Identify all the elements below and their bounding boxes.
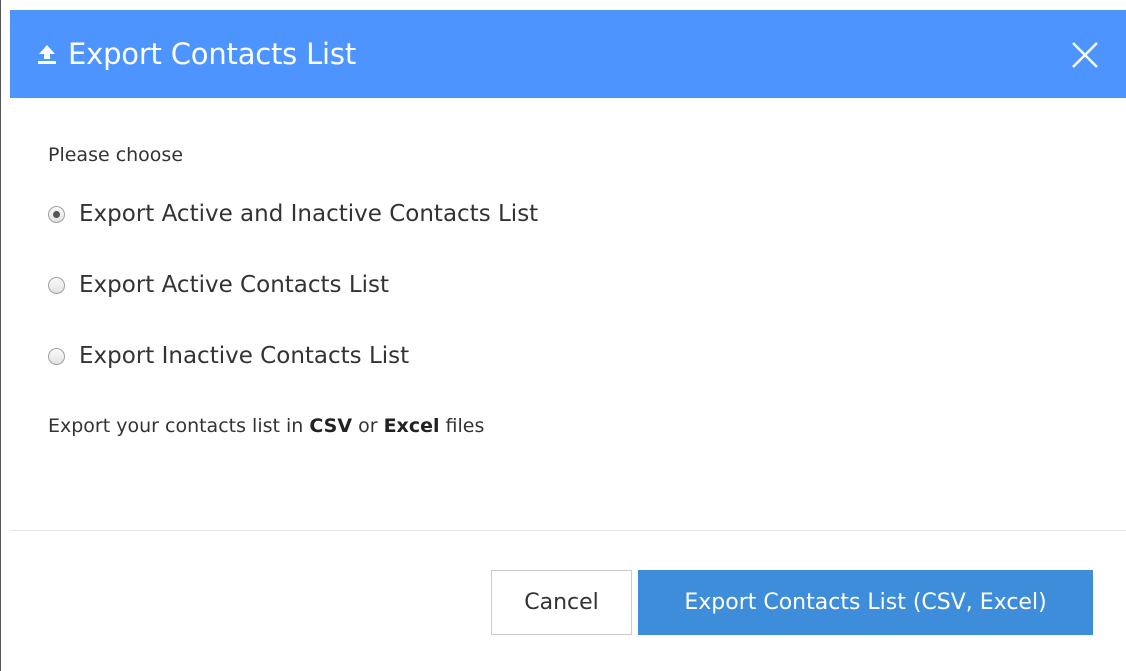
dialog-title: Export Contacts List xyxy=(68,37,356,71)
option-label[interactable]: Export Active Contacts List xyxy=(79,272,389,298)
choose-prompt: Please choose xyxy=(48,144,184,166)
dialog-title-wrap: Export Contacts List xyxy=(36,10,356,98)
note-format-excel: Excel xyxy=(383,415,440,437)
radio-active[interactable] xyxy=(48,276,65,294)
option-active[interactable]: Export Active Contacts List xyxy=(48,272,389,298)
cancel-button[interactable]: Cancel xyxy=(491,570,632,635)
option-inactive[interactable]: Export Inactive Contacts List xyxy=(48,343,409,369)
close-icon[interactable] xyxy=(1069,39,1101,71)
option-label[interactable]: Export Inactive Contacts List xyxy=(79,343,409,369)
option-label[interactable]: Export Active and Inactive Contacts List xyxy=(79,201,538,227)
note-joiner: or xyxy=(358,415,378,437)
option-active-and-inactive[interactable]: Export Active and Inactive Contacts List xyxy=(48,201,538,227)
radio-inactive[interactable] xyxy=(48,347,65,365)
radio-active-and-inactive[interactable] xyxy=(48,205,65,223)
note-format-csv: CSV xyxy=(309,415,353,437)
export-button[interactable]: Export Contacts List (CSV, Excel) xyxy=(638,570,1093,635)
export-format-note: Export your contacts list in CSV or Exce… xyxy=(48,415,484,437)
dialog-header: Export Contacts List xyxy=(10,10,1126,98)
note-prefix: Export your contacts list in xyxy=(48,415,304,437)
upload-icon xyxy=(36,43,58,65)
dialog-body: Please choose Export Active and Inactive… xyxy=(10,98,1126,530)
note-suffix: files xyxy=(445,415,485,437)
close-button[interactable] xyxy=(1069,39,1101,71)
export-contacts-dialog: Export Contacts List Please choose Expor… xyxy=(0,0,1126,671)
dialog-footer: Cancel Export Contacts List (CSV, Excel) xyxy=(10,531,1126,671)
